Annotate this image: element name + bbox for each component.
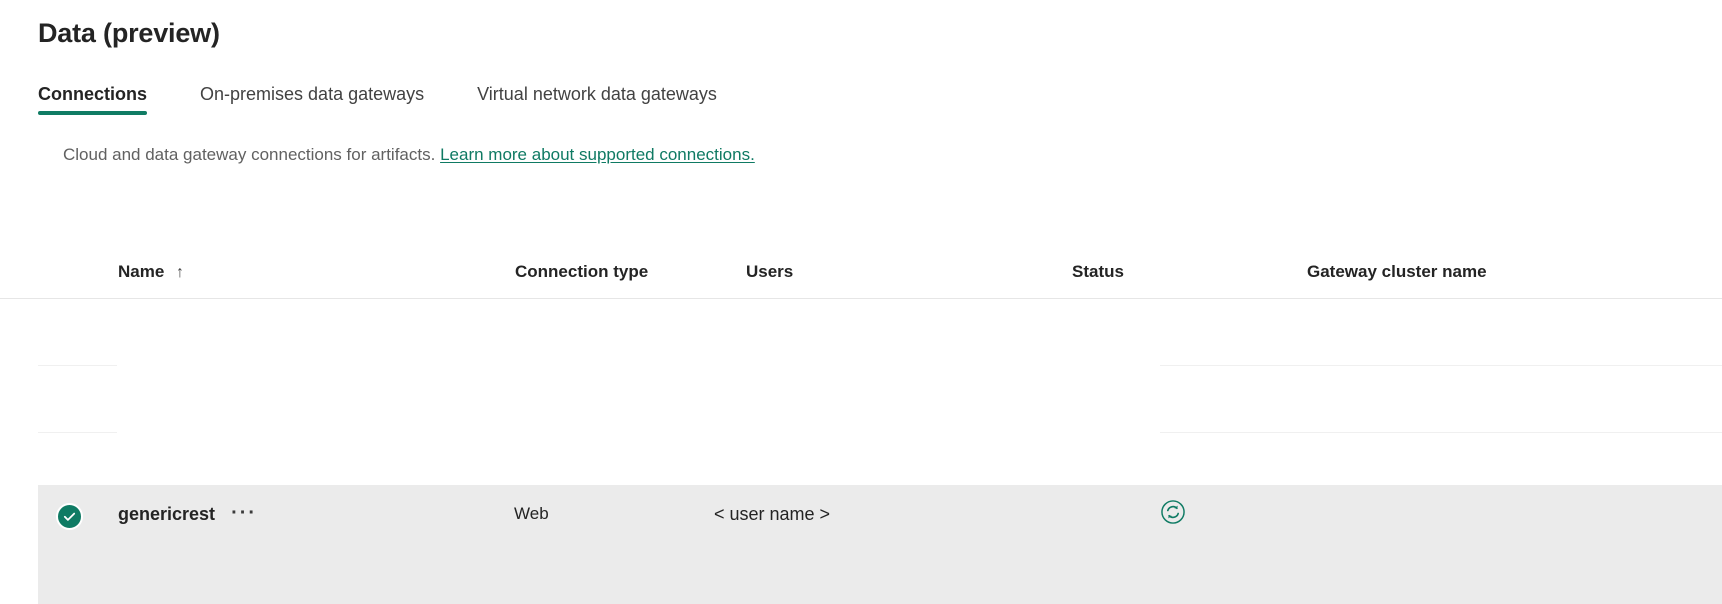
tab-connections[interactable]: Connections [38, 82, 147, 115]
column-header-gateway-cluster-name[interactable]: Gateway cluster name [1307, 260, 1487, 284]
column-header-connection-type[interactable]: Connection type [515, 260, 648, 284]
tab-connections-label: Connections [38, 84, 147, 104]
sort-ascending-icon: ↑ [176, 261, 184, 285]
table-row[interactable]: genericrest ··· Web < user name > [38, 485, 1722, 604]
column-header-users[interactable]: Users [746, 260, 793, 284]
checkmark-icon [62, 509, 77, 524]
table-placeholder-rows [0, 299, 1722, 482]
connection-name-label: genericrest [118, 504, 215, 524]
column-header-status[interactable]: Status [1072, 260, 1124, 284]
connections-table: Name ↑ Connection type Users Status Gate… [0, 248, 1722, 482]
learn-more-link[interactable]: Learn more about supported connections. [440, 145, 755, 164]
tab-on-premises-data-gateways-label: On-premises data gateways [200, 84, 424, 104]
column-header-name[interactable]: Name ↑ [118, 260, 184, 285]
subtitle: Cloud and data gateway connections for a… [63, 143, 755, 167]
column-header-name-label: Name [118, 262, 164, 281]
table-header-row: Name ↑ Connection type Users Status Gate… [0, 248, 1722, 299]
tab-bar: Connections On-premises data gateways Vi… [38, 82, 770, 122]
more-options-icon[interactable]: ··· [231, 501, 257, 525]
tab-virtual-network-data-gateways[interactable]: Virtual network data gateways [477, 82, 717, 115]
cell-status[interactable] [1160, 499, 1186, 525]
row-divider [38, 365, 117, 366]
row-divider [1160, 432, 1722, 433]
subtitle-text: Cloud and data gateway connections for a… [63, 145, 435, 164]
sync-refresh-icon [1160, 499, 1186, 525]
cell-name[interactable]: genericrest ··· [118, 501, 257, 526]
row-divider [38, 432, 117, 433]
cell-connection-type: Web [514, 502, 549, 526]
row-select-checkbox[interactable] [56, 503, 83, 530]
table-row-content: genericrest ··· Web < user name > [38, 485, 1722, 547]
page-title: Data (preview) [38, 16, 220, 50]
tab-virtual-network-data-gateways-label: Virtual network data gateways [477, 84, 717, 104]
tab-on-premises-data-gateways[interactable]: On-premises data gateways [200, 82, 424, 115]
cell-users: < user name > [714, 502, 830, 526]
row-divider [1160, 365, 1722, 366]
